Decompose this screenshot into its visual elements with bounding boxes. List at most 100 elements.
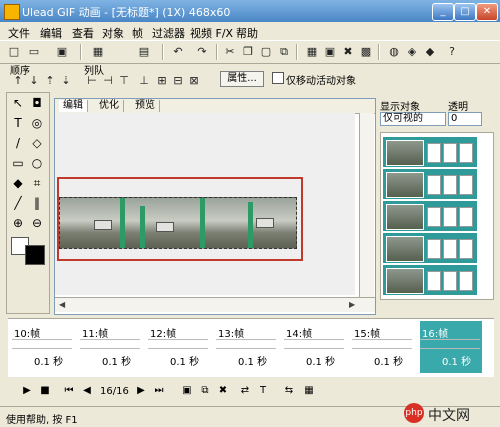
delete-frame-icon[interactable]: ✖ <box>216 384 230 398</box>
stage <box>55 113 355 295</box>
crop-tool-icon[interactable]: ⌗ <box>29 175 45 191</box>
foreground-color-swatch[interactable] <box>25 245 45 265</box>
duplicate-frame-icon[interactable]: ⧉ <box>198 384 212 398</box>
save-icon[interactable]: ▣ <box>54 44 70 59</box>
bring-front-icon[interactable]: ↑ <box>10 73 26 88</box>
menu-video-fx[interactable]: 视频 F/X <box>190 25 233 41</box>
maximize-button[interactable]: □ <box>454 3 476 21</box>
next-frame-icon[interactable]: ▶ <box>134 384 148 398</box>
eraser-tool-icon[interactable]: ▭ <box>10 155 26 171</box>
transform-tool-icon[interactable]: ◎ <box>29 115 45 131</box>
reverse-icon[interactable]: ⇆ <box>282 384 296 398</box>
globe-icon[interactable]: ◍ <box>386 44 402 59</box>
site-watermark: php 中文网 <box>404 402 494 424</box>
show-objects-select[interactable]: 仅可视的 <box>380 112 446 126</box>
frame-item[interactable]: 11:帧 0.1 秒 <box>80 321 142 373</box>
select-tool-icon[interactable]: ◘ <box>29 95 45 111</box>
menu-view[interactable]: 查看 <box>72 25 94 41</box>
pick-tool-icon[interactable]: ↖ <box>10 95 26 111</box>
options-icon[interactable]: ▣ <box>322 44 338 59</box>
copy-icon[interactable]: ❐ <box>240 44 256 59</box>
vertical-scrollbar[interactable] <box>359 113 374 297</box>
export-icon[interactable]: ◆ <box>422 44 438 59</box>
window-title: Ulead GIF 动画 - [无标题*] (1X) 468x60 <box>22 6 231 19</box>
undo-icon[interactable]: ↶ <box>170 44 186 59</box>
zoom-in-icon[interactable]: ⊕ <box>10 215 26 231</box>
layer-item[interactable] <box>383 201 477 231</box>
send-backward-icon[interactable]: ⇡ <box>42 73 58 88</box>
menu-edit[interactable]: 编辑 <box>40 25 62 41</box>
align-middle-icon[interactable]: ⊞ <box>154 73 170 88</box>
zoom-out-icon[interactable]: ⊖ <box>29 215 45 231</box>
frame-item[interactable]: 15:帧 0.1 秒 <box>352 321 414 373</box>
playback-bar: ▶ ■ ⏮ ◀ 16/16 ▶ ⏭ ▣ ⧉ ✖ ⇄ T ⇆ ▦ <box>8 382 494 402</box>
distribute-icon[interactable]: ⊠ <box>186 73 202 88</box>
opacity-input[interactable]: 0 <box>448 112 482 126</box>
layout-icon[interactable]: ▦ <box>90 44 106 59</box>
last-frame-icon[interactable]: ⏭ <box>152 384 166 398</box>
app-window: Ulead GIF 动画 - [无标题*] (1X) 468x60 _ □ ✕ … <box>0 0 500 427</box>
menu-frame[interactable]: 帧 <box>132 25 143 41</box>
help-icon[interactable]: ? <box>444 44 460 59</box>
browser-icon[interactable]: ◈ <box>404 44 420 59</box>
new-icon[interactable]: □ <box>6 44 22 59</box>
tab-edit[interactable]: 编辑 <box>59 100 88 112</box>
minimize-button[interactable]: _ <box>432 3 454 21</box>
menu-object[interactable]: 对象 <box>102 25 124 41</box>
frame-item[interactable]: 10:帧 0.1 秒 <box>12 321 74 373</box>
stop-icon[interactable]: ■ <box>38 384 52 398</box>
duplicate-icon[interactable]: ⧉ <box>276 44 292 59</box>
tween-text-icon[interactable]: T <box>256 384 270 398</box>
image-icon[interactable]: ▤ <box>136 44 152 59</box>
tab-preview[interactable]: 预览 <box>131 100 160 112</box>
line-tool-icon[interactable]: ╱ <box>10 195 26 211</box>
lasso-tool-icon[interactable]: ◇ <box>29 135 45 151</box>
paste-icon[interactable]: ▢ <box>258 44 274 59</box>
highlight-box <box>57 177 303 261</box>
frame-item[interactable]: 13:帧 0.1 秒 <box>216 321 278 373</box>
canvas-area: 编辑 优化 预览 ◀ ▶ <box>54 98 376 315</box>
fill-tool-icon[interactable]: ◆ <box>10 175 26 191</box>
frame-item[interactable]: 14:帧 0.1 秒 <box>284 321 346 373</box>
scissors-icon[interactable]: ✖ <box>340 44 356 59</box>
align-left-icon[interactable]: ⊢ <box>84 73 100 88</box>
menu-help[interactable]: 帮助 <box>236 25 258 41</box>
optimize-icon[interactable]: ▩ <box>358 44 374 59</box>
frame-item[interactable]: 12:帧 0.1 秒 <box>148 321 210 373</box>
layer-item[interactable] <box>383 265 477 295</box>
scroll-right-icon[interactable]: ▶ <box>349 300 355 309</box>
move-active-only-checkbox[interactable] <box>272 72 284 84</box>
send-back-icon[interactable]: ⇣ <box>58 73 74 88</box>
tween-icon[interactable]: ⇄ <box>238 384 252 398</box>
main-toolbar: □ ▭ ▣ ▦ ▤ ↶ ↷ ✂ ❐ ▢ ⧉ ▦ ▣ ✖ ▩ ◍ ◈ ◆ ? <box>0 40 500 64</box>
close-button[interactable]: ✕ <box>476 3 498 21</box>
align-right-icon[interactable]: ⊤ <box>116 73 132 88</box>
menu-file[interactable]: 文件 <box>8 25 30 41</box>
align-top-icon[interactable]: ⊥ <box>136 73 152 88</box>
redo-icon[interactable]: ↷ <box>194 44 210 59</box>
ellipse-tool-icon[interactable]: ○ <box>29 155 45 171</box>
align-center-icon[interactable]: ⊣ <box>100 73 116 88</box>
menu-filter[interactable]: 过滤器 <box>152 25 185 41</box>
add-frame-icon[interactable]: ▣ <box>180 384 194 398</box>
first-frame-icon[interactable]: ⏮ <box>62 384 76 398</box>
pencil-tool-icon[interactable]: ‖ <box>29 195 45 211</box>
attributes-button[interactable]: 属性... <box>220 71 264 87</box>
frame-properties-icon[interactable]: ▦ <box>302 384 316 398</box>
tab-optimize[interactable]: 优化 <box>95 100 124 112</box>
brush-tool-icon[interactable]: / <box>10 135 26 151</box>
frames-icon[interactable]: ▦ <box>304 44 320 59</box>
play-icon[interactable]: ▶ <box>20 384 34 398</box>
layer-item[interactable] <box>383 137 477 167</box>
open-icon[interactable]: ▭ <box>26 44 42 59</box>
layer-item[interactable] <box>383 233 477 263</box>
prev-frame-icon[interactable]: ◀ <box>80 384 94 398</box>
frame-item-selected[interactable]: 16:帧 0.1 秒 <box>420 321 482 373</box>
bring-forward-icon[interactable]: ↓ <box>26 73 42 88</box>
cut-icon[interactable]: ✂ <box>222 44 238 59</box>
horizontal-scrollbar[interactable]: ◀ ▶ <box>55 297 375 312</box>
text-tool-icon[interactable]: T <box>10 115 26 131</box>
align-bottom-icon[interactable]: ⊟ <box>170 73 186 88</box>
layer-item[interactable] <box>383 169 477 199</box>
scroll-left-icon[interactable]: ◀ <box>59 300 65 309</box>
